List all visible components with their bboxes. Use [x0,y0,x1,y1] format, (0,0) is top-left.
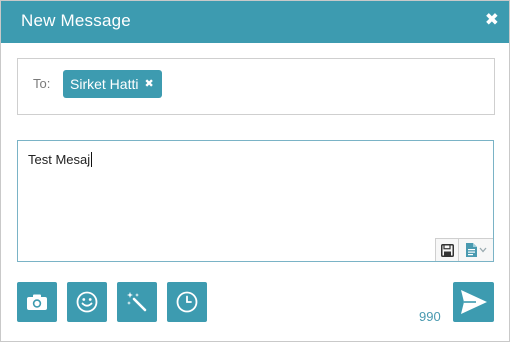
to-label: To: [33,76,51,91]
magic-wand-icon [127,292,147,312]
emoji-button[interactable] [67,282,107,322]
chevron-down-icon [479,247,486,253]
dialog-title: New Message [21,11,131,30]
save-draft-button[interactable] [436,239,459,261]
textarea-tools [435,238,493,261]
character-counter: 990 [419,309,441,324]
close-icon[interactable]: ✖ [485,10,499,30]
message-textarea[interactable]: Test Mesaj [17,140,494,262]
document-icon [465,243,477,257]
text-caret [91,152,93,167]
schedule-button[interactable] [167,282,207,322]
recipients-field[interactable]: To: Sirket Hatti ✖ [17,58,495,115]
send-button[interactable] [453,282,494,322]
recipient-name: Sirket Hatti [70,76,139,92]
attach-photo-button[interactable] [17,282,57,322]
recipient-chip: Sirket Hatti ✖ [63,70,162,98]
magic-button[interactable] [117,282,157,322]
new-message-dialog: New Message ✖ To: Sirket Hatti ✖ Test Me… [0,0,510,342]
floppy-disk-icon [440,243,454,257]
camera-icon [27,294,47,310]
send-icon [460,290,487,314]
smiley-icon [76,291,98,313]
message-text-wrap: Test Mesaj [28,152,93,167]
remove-recipient-icon[interactable]: ✖ [144,70,153,98]
template-dropdown[interactable] [459,239,493,261]
message-text: Test Mesaj [28,152,91,167]
clock-icon [176,291,198,313]
dialog-header: New Message ✖ [1,1,509,43]
